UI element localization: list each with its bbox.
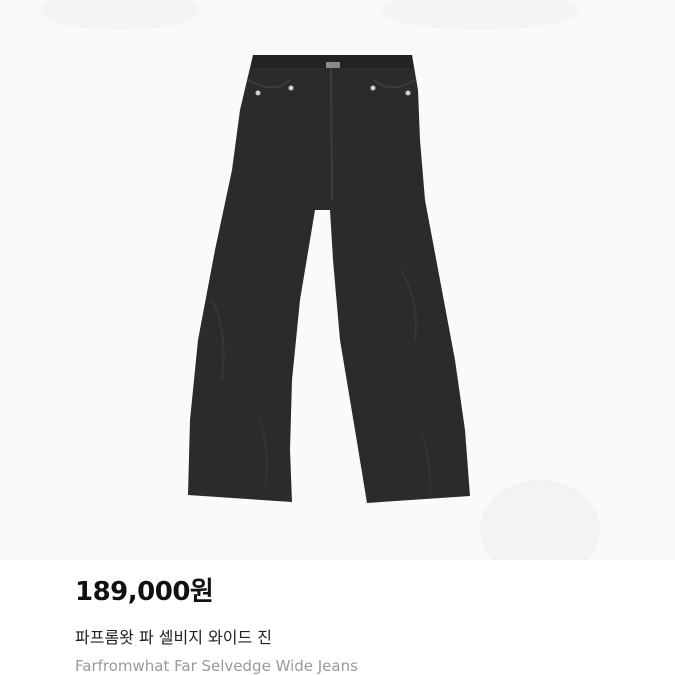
product-name-korean: 파프롬왓 파 셀비지 와이드 진 [75,628,272,647]
product-name-english: Farfromwhat Far Selvedge Wide Jeans [75,657,358,675]
jeans-photo-icon [40,0,600,560]
product-image[interactable] [0,0,675,560]
product-price: 189,000원 [75,577,214,607]
